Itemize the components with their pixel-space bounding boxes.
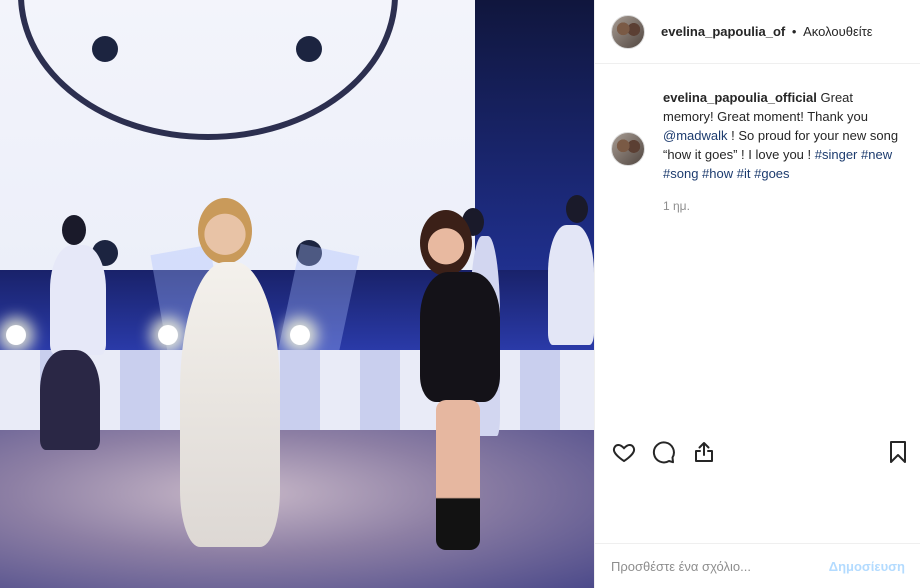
share-icon[interactable] bbox=[691, 439, 717, 465]
spotlight bbox=[290, 325, 310, 345]
hashtag-link[interactable]: #how bbox=[702, 166, 733, 181]
header-text: evelina_papoulia_of • Ακολουθείτε bbox=[661, 24, 873, 39]
screen-dot bbox=[92, 36, 118, 62]
caption-body: evelina_papoulia_official Great memory! … bbox=[663, 88, 903, 216]
mention-link[interactable]: @madwalk bbox=[663, 128, 728, 143]
dancer bbox=[50, 245, 106, 355]
dancer-head bbox=[62, 215, 86, 245]
post-header: evelina_papoulia_of • Ακολουθείτε bbox=[595, 0, 920, 64]
header-separator: • bbox=[791, 24, 797, 39]
post-image[interactable] bbox=[0, 0, 594, 588]
comment-bubble-icon[interactable] bbox=[651, 439, 677, 465]
clock-graphic bbox=[18, 0, 398, 140]
dancer bbox=[548, 225, 594, 345]
spotlight bbox=[6, 325, 26, 345]
hashtag-link[interactable]: #song bbox=[663, 166, 698, 181]
singer-legs bbox=[436, 400, 480, 550]
comment-input[interactable] bbox=[611, 558, 829, 574]
avatar[interactable] bbox=[611, 132, 645, 166]
dancer-head bbox=[566, 195, 588, 223]
singer-black-dress bbox=[420, 272, 500, 402]
hashtag-link[interactable]: #new bbox=[861, 147, 892, 162]
heart-icon[interactable] bbox=[611, 439, 637, 465]
post-sidebar: evelina_papoulia_of • Ακολουθείτε evelin… bbox=[594, 0, 920, 588]
screen-dot bbox=[296, 36, 322, 62]
post-comment-button[interactable]: Δημοσίευση bbox=[829, 559, 905, 574]
spotlight bbox=[158, 325, 178, 345]
add-comment-bar: Δημοσίευση bbox=[595, 543, 920, 588]
action-bar bbox=[595, 432, 920, 472]
post-timestamp[interactable]: 1 ημ. bbox=[663, 197, 903, 216]
stage-floor bbox=[0, 430, 594, 588]
singer-white-dress bbox=[180, 262, 280, 547]
hashtag-link[interactable]: #it bbox=[737, 166, 751, 181]
avatar[interactable] bbox=[611, 14, 645, 49]
singer-head bbox=[198, 198, 252, 264]
dancer-legs bbox=[40, 350, 100, 450]
caption-username[interactable]: evelina_papoulia_official bbox=[663, 90, 817, 105]
hashtag-link[interactable]: #singer bbox=[815, 147, 858, 162]
singer-head bbox=[420, 210, 472, 276]
header-username[interactable]: evelina_papoulia_of bbox=[661, 24, 785, 39]
hashtag-link[interactable]: #goes bbox=[754, 166, 789, 181]
bookmark-icon[interactable] bbox=[885, 439, 911, 465]
caption-comment: evelina_papoulia_official Great memory! … bbox=[611, 88, 911, 216]
following-status[interactable]: Ακολουθείτε bbox=[803, 24, 872, 39]
